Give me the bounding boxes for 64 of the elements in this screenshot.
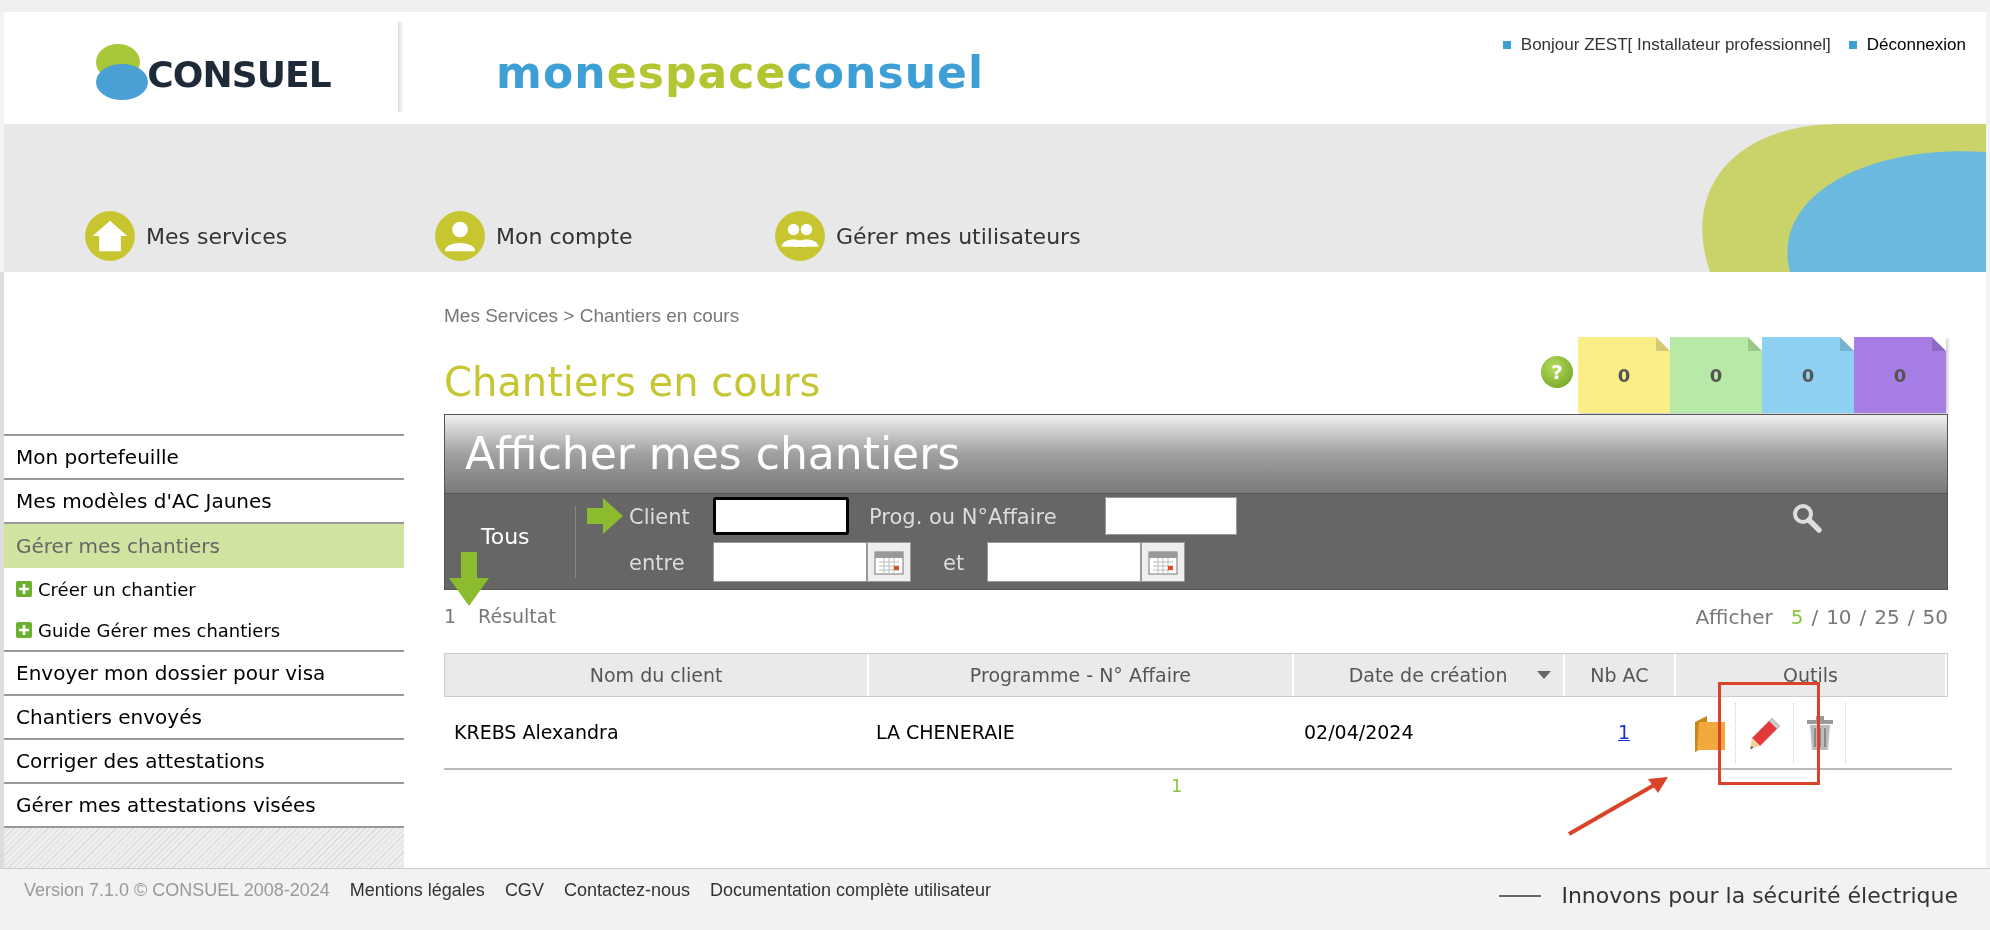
home-icon	[84, 210, 136, 262]
user-greeting[interactable]: Bonjour ZEST[ Installateur professionnel]	[1520, 32, 1831, 58]
ac-count-link[interactable]: 1	[1617, 718, 1631, 747]
panel-title: Afficher mes chantiers	[465, 427, 961, 481]
table-cell-text: 02/04/2024	[1303, 720, 1415, 746]
user-icon	[434, 210, 486, 262]
separator: /	[1859, 604, 1867, 631]
page-size-option[interactable]: 10	[1826, 602, 1852, 632]
bullet-icon	[1848, 41, 1857, 49]
arrow-right-icon	[587, 498, 623, 534]
separator: /	[1907, 604, 1915, 631]
breadcrumb: Mes Services > Chantiers en cours	[444, 304, 740, 328]
separator: /	[1811, 604, 1819, 631]
nav-item[interactable]: Gérer mes utilisateurs	[774, 210, 1081, 262]
counter-tab[interactable]: 0	[1670, 337, 1762, 413]
logout-link[interactable]: Déconnexion	[1866, 32, 1966, 58]
column-header[interactable]: Nb AC	[1564, 654, 1677, 696]
column-header[interactable]: Nom du client	[445, 654, 870, 696]
client-label: Client	[629, 504, 690, 531]
date-field[interactable]	[713, 542, 867, 582]
result-label: Résultat	[478, 604, 556, 629]
between-label: entre	[629, 550, 685, 577]
footer-link[interactable]: Mentions légales	[349, 877, 485, 904]
sidebar-subitem[interactable]: Guide Gérer mes chantiers	[4, 610, 404, 652]
plus-icon	[16, 622, 32, 638]
plus-icon	[16, 581, 32, 597]
sidebar-item[interactable]: Gérer mes chantiers	[4, 524, 404, 568]
and-label: et	[943, 550, 965, 577]
page-size-label: Afficher	[1695, 604, 1773, 631]
footer-link[interactable]: Contactez-nous	[563, 877, 690, 904]
client-field[interactable]	[713, 497, 849, 535]
calendar-icon	[874, 549, 904, 575]
prog-label: Prog. ou N°Affaire	[869, 504, 1057, 531]
version-text: Version 7.1.0 © CONSUEL 2008-2024	[24, 879, 330, 902]
table-cell-text: LA CHENERAIE	[875, 720, 1016, 746]
page-size-option[interactable]: 50	[1922, 602, 1948, 632]
site-name: monespaceconsuel	[496, 46, 985, 100]
column-header[interactable]: Programme - N° Affaire	[869, 654, 1294, 696]
search-icon[interactable]	[1791, 502, 1823, 534]
table-cell-text: KREBS Alexandra	[453, 720, 620, 746]
bullet-icon	[1502, 41, 1511, 49]
column-header[interactable]: Outils	[1676, 654, 1947, 696]
page-size-option[interactable]: 25	[1874, 602, 1900, 632]
nav-item[interactable]: Mon compte	[434, 210, 633, 262]
column-header[interactable]: Date de création	[1293, 654, 1565, 696]
tagline: Innovons pour la sécurité électrique	[1561, 882, 1958, 910]
prog-field[interactable]	[1105, 497, 1237, 535]
calendar-icon	[1148, 549, 1178, 575]
calendar-button[interactable]	[867, 542, 911, 582]
calendar-button[interactable]	[1141, 542, 1185, 582]
logo-text: CONSUEL	[147, 53, 331, 97]
counter-tab[interactable]: 0	[1762, 337, 1854, 413]
page-title: Chantiers en cours	[444, 358, 821, 407]
footer-link[interactable]: CGV	[504, 877, 544, 904]
date-field[interactable]	[987, 542, 1141, 582]
users-icon	[774, 210, 826, 262]
result-count: 1	[444, 604, 457, 629]
arrow-down-icon	[449, 552, 489, 606]
all-tab[interactable]: Tous	[481, 520, 530, 553]
sidebar-subitem[interactable]: Créer un chantier	[4, 568, 404, 610]
counter-tab[interactable]: 0	[1578, 337, 1670, 413]
nav-item[interactable]: Mes services	[84, 210, 288, 262]
footer-link[interactable]: Documentation complète utilisateur	[709, 877, 992, 904]
sort-icon	[1536, 671, 1551, 679]
